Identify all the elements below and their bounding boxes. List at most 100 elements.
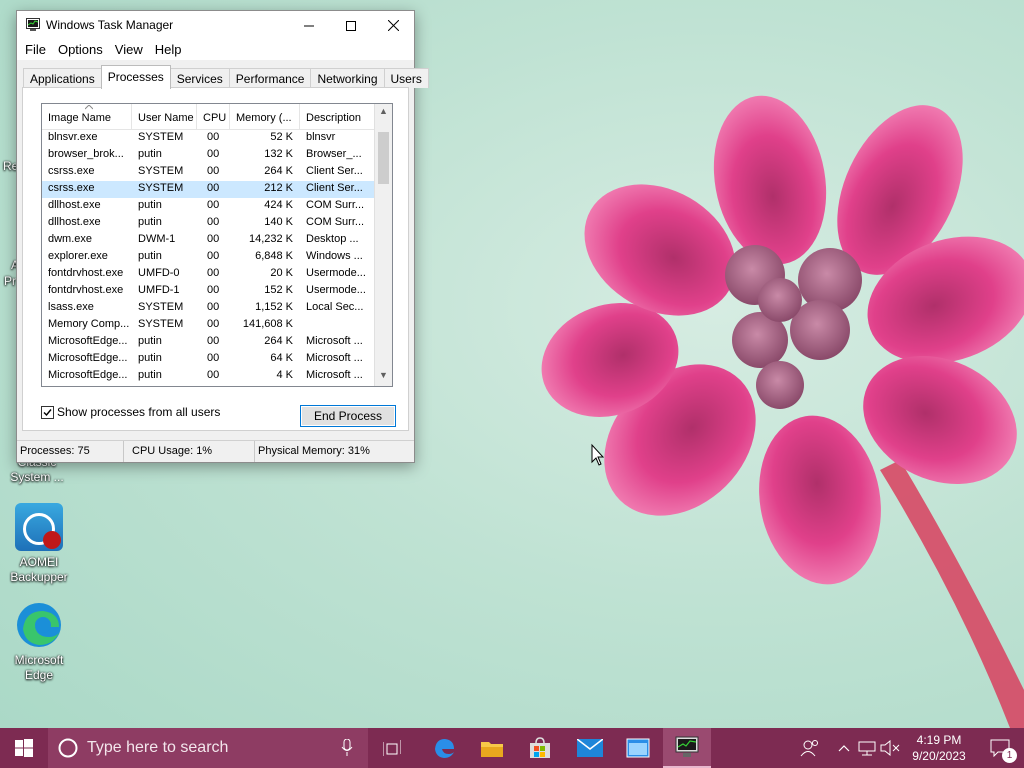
show-all-users-option[interactable]: Show processes from all users: [41, 405, 220, 419]
column-description[interactable]: Description: [300, 104, 375, 129]
people-icon[interactable]: [800, 739, 820, 757]
tab-users[interactable]: Users: [383, 68, 429, 88]
cell-memory: 64 K: [270, 352, 293, 364]
cell-description: Client Ser...: [306, 182, 363, 194]
desktop-partial-label: Pr: [4, 274, 16, 288]
microphone-icon[interactable]: [341, 739, 353, 757]
end-process-button[interactable]: End Process: [300, 405, 396, 427]
maximize-button[interactable]: [330, 11, 372, 40]
desktop-icon-label: AOMEI: [19, 555, 59, 569]
desktop-icon-microsoft-edge[interactable]: Microsoft Edge: [7, 601, 71, 683]
menu-view[interactable]: View: [111, 40, 151, 60]
column-memory[interactable]: Memory (...: [230, 104, 300, 129]
table-row[interactable]: blnsvr.exe SYSTEM 00 52 K blnsvr: [42, 130, 392, 147]
table-row[interactable]: lsass.exe SYSTEM 00 1,152 K Local Sec...: [42, 300, 392, 317]
tab-processes[interactable]: Processes: [100, 65, 171, 89]
menu-options[interactable]: Options: [54, 40, 111, 60]
table-row[interactable]: dllhost.exe putin 00 424 K COM Surr...: [42, 198, 392, 215]
tab-performance[interactable]: Performance: [228, 68, 312, 88]
cell-image-name: csrss.exe: [48, 165, 95, 177]
chevron-up-icon[interactable]: [838, 744, 850, 752]
menu-file[interactable]: File: [21, 40, 54, 60]
search-icon: [58, 738, 78, 758]
table-row[interactable]: fontdrvhost.exe UMFD-1 00 152 K Usermode...: [42, 283, 392, 300]
menu-help[interactable]: Help: [151, 40, 190, 60]
table-row[interactable]: fontdrvhost.exe UMFD-0 00 20 K Usermode...: [42, 266, 392, 283]
notification-center-button[interactable]: 1: [976, 728, 1024, 768]
table-row[interactable]: csrss.exe SYSTEM 00 212 K Client Ser...: [42, 181, 392, 198]
cell-user-name: UMFD-0: [138, 267, 180, 279]
clock[interactable]: 4:19 PM 9/20/2023: [904, 732, 974, 764]
search-placeholder: Type here to search: [87, 739, 229, 756]
network-icon[interactable]: [858, 740, 876, 756]
cell-user-name: SYSTEM: [138, 165, 184, 177]
table-row[interactable]: MicrosoftEdge... putin 00 264 K Microsoft ..…: [42, 334, 392, 351]
close-button[interactable]: [372, 11, 414, 40]
taskbar-window-app[interactable]: [614, 728, 662, 768]
search-box[interactable]: Type here to search: [48, 728, 368, 768]
start-button[interactable]: [0, 728, 48, 768]
cell-description: Microsoft ...: [306, 369, 363, 381]
cell-description: Client Ser...: [306, 165, 363, 177]
cell-description: Windows ...: [306, 250, 363, 262]
table-row[interactable]: explorer.exe putin 00 6,848 K Windows ...: [42, 249, 392, 266]
table-row[interactable]: Memory Comp... SYSTEM 00 141,608 K: [42, 317, 392, 334]
cell-user-name: putin: [138, 148, 162, 160]
window-app-icon: [626, 738, 650, 758]
cell-memory: 4 K: [276, 369, 293, 381]
cell-user-name: SYSTEM: [138, 182, 184, 194]
desktop-icon-label: Microsoft: [14, 653, 64, 667]
cell-cpu: 00: [207, 369, 220, 381]
scroll-down-arrow-icon[interactable]: ▼: [375, 370, 392, 386]
cell-cpu: 00: [207, 216, 220, 228]
table-row[interactable]: browser_brok... putin 00 132 K Browser_...: [42, 147, 392, 164]
title-bar[interactable]: Windows Task Manager: [17, 11, 414, 40]
cell-image-name: MicrosoftEdge...: [48, 369, 128, 381]
cell-description: [300, 317, 375, 334]
cell-memory: 264 K: [264, 165, 293, 177]
cell-memory: 152 K: [264, 284, 293, 296]
tab-services[interactable]: Services: [169, 68, 230, 88]
table-row[interactable]: dwm.exe DWM-1 00 14,232 K Desktop ...: [42, 232, 392, 249]
process-list[interactable]: Image Name User Name CPU Memory (... Des…: [41, 103, 393, 387]
table-row[interactable]: csrss.exe SYSTEM 00 264 K Client Ser...: [42, 164, 392, 181]
vertical-scrollbar[interactable]: ▲ ▼: [374, 104, 392, 386]
maximize-icon: [346, 20, 356, 31]
scrollbar-thumb[interactable]: [378, 132, 389, 184]
cell-cpu: 00: [207, 199, 220, 211]
show-all-users-checkbox[interactable]: [41, 405, 54, 419]
task-manager-icon: [675, 736, 699, 757]
menu-bar: File Options View Help: [17, 40, 414, 60]
taskbar-edge[interactable]: [420, 728, 468, 768]
cell-description: Desktop ...: [306, 233, 359, 245]
cell-image-name: dllhost.exe: [48, 199, 101, 211]
cell-memory: 212 K: [264, 182, 293, 194]
cell-cpu: 00: [207, 148, 220, 160]
tab-applications[interactable]: Applications: [23, 68, 102, 88]
volume-muted-icon[interactable]: [880, 740, 900, 756]
task-manager-icon: [26, 18, 40, 31]
table-row[interactable]: dllhost.exe putin 00 140 K COM Surr...: [42, 215, 392, 232]
taskbar-mail[interactable]: [566, 728, 614, 768]
task-view-button[interactable]: [368, 728, 416, 768]
minimize-button[interactable]: [288, 11, 330, 40]
cell-user-name: putin: [138, 369, 162, 381]
scroll-up-arrow-icon[interactable]: ▲: [375, 106, 392, 122]
tab-networking[interactable]: Networking: [310, 68, 385, 88]
cell-description: Microsoft ...: [306, 335, 363, 347]
table-row[interactable]: MicrosoftEdge... putin 00 4 K Microsoft ...: [42, 368, 392, 385]
system-tray: [800, 728, 900, 768]
desktop-icon-aomei-backupper[interactable]: AOMEI Backupper: [7, 503, 71, 585]
status-bar: Processes: 75 CPU Usage: 1% Physical Mem…: [17, 440, 414, 462]
taskbar-store[interactable]: [516, 728, 564, 768]
column-user-name[interactable]: User Name: [132, 104, 197, 129]
table-row[interactable]: MicrosoftEdge... putin 00 64 K Microsoft ...: [42, 351, 392, 368]
column-cpu[interactable]: CPU: [197, 104, 230, 129]
list-header: Image Name User Name CPU Memory (... Des…: [42, 104, 392, 130]
desktop-icon-label: System ...: [10, 470, 64, 484]
cell-user-name: putin: [138, 199, 162, 211]
taskbar-file-explorer[interactable]: [468, 728, 516, 768]
cell-cpu: 00: [207, 233, 220, 245]
taskbar-task-manager[interactable]: [663, 728, 711, 768]
cell-memory: 132 K: [264, 148, 293, 160]
